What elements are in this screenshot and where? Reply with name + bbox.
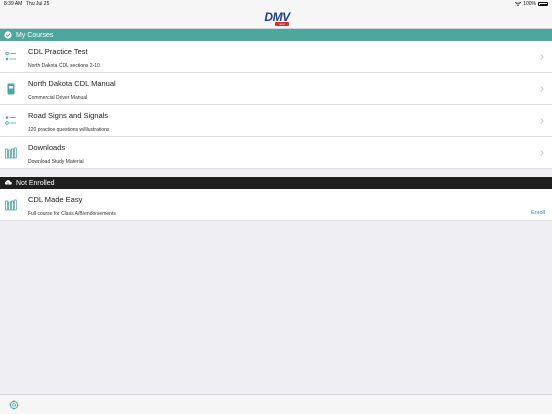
checklist-icon (5, 51, 16, 61)
settings-icon[interactable] (9, 400, 19, 410)
section-header-my-courses: My Courses (0, 29, 552, 41)
course-subtitle: North Dakota CDL sections 2-10 (28, 63, 100, 69)
section-label-not-enrolled: Not Enrolled (16, 179, 55, 187)
enroll-button[interactable]: Enroll (531, 210, 545, 216)
course-title: CDL Made Easy (28, 195, 83, 204)
battery-icon (538, 2, 548, 6)
cloud-download-icon (4, 180, 12, 187)
library-icon (5, 147, 17, 159)
bottom-toolbar (0, 394, 552, 414)
section-header-not-enrolled: Not Enrolled (0, 177, 552, 189)
app-logo: DMV test (262, 10, 292, 28)
nav-bar: DMV test (0, 9, 552, 29)
battery-percent: 100% (523, 1, 536, 7)
course-subtitle: 120 practice questions w/illustrations (28, 127, 110, 133)
status-bar: 8:39 AM Thu Jul 25 100% (0, 0, 552, 9)
course-row-cdl-practice-test[interactable]: CDL Practice Test North Dakota CDL secti… (0, 41, 552, 73)
book-icon (7, 83, 15, 95)
course-title: Road Signs and Signals (28, 111, 109, 120)
course-row-downloads[interactable]: Downloads Download Study Material (0, 137, 552, 169)
course-title: CDL Practice Test (28, 47, 88, 56)
status-date: Thu Jul 25 (26, 1, 50, 7)
chevron-right-icon (540, 54, 544, 60)
course-subtitle: Download Study Material (28, 159, 84, 165)
chevron-right-icon (540, 150, 544, 156)
section-label-my-courses: My Courses (16, 31, 54, 39)
course-row-road-signs[interactable]: Road Signs and Signals 120 practice ques… (0, 105, 552, 137)
status-time: 8:39 AM (4, 1, 23, 7)
logo-subtext: test (275, 22, 289, 26)
course-subtitle: Commercial Driver Manual (28, 95, 88, 101)
chevron-right-icon (540, 86, 544, 92)
checklist-icon (5, 116, 16, 125)
library-icon (5, 199, 17, 211)
course-title: Downloads (28, 143, 66, 152)
status-right: 100% (515, 1, 548, 7)
check-circle-icon (4, 31, 12, 39)
course-row-nd-cdl-manual[interactable]: North Dakota CDL Manual Commercial Drive… (0, 73, 552, 105)
wifi-icon (515, 2, 522, 6)
course-subtitle: Full course for Class A/B/endorsements (28, 211, 116, 217)
chevron-right-icon (540, 118, 544, 124)
course-title: North Dakota CDL Manual (28, 79, 116, 88)
course-row-cdl-made-easy: CDL Made Easy Full course for Class A/B/… (0, 189, 552, 221)
